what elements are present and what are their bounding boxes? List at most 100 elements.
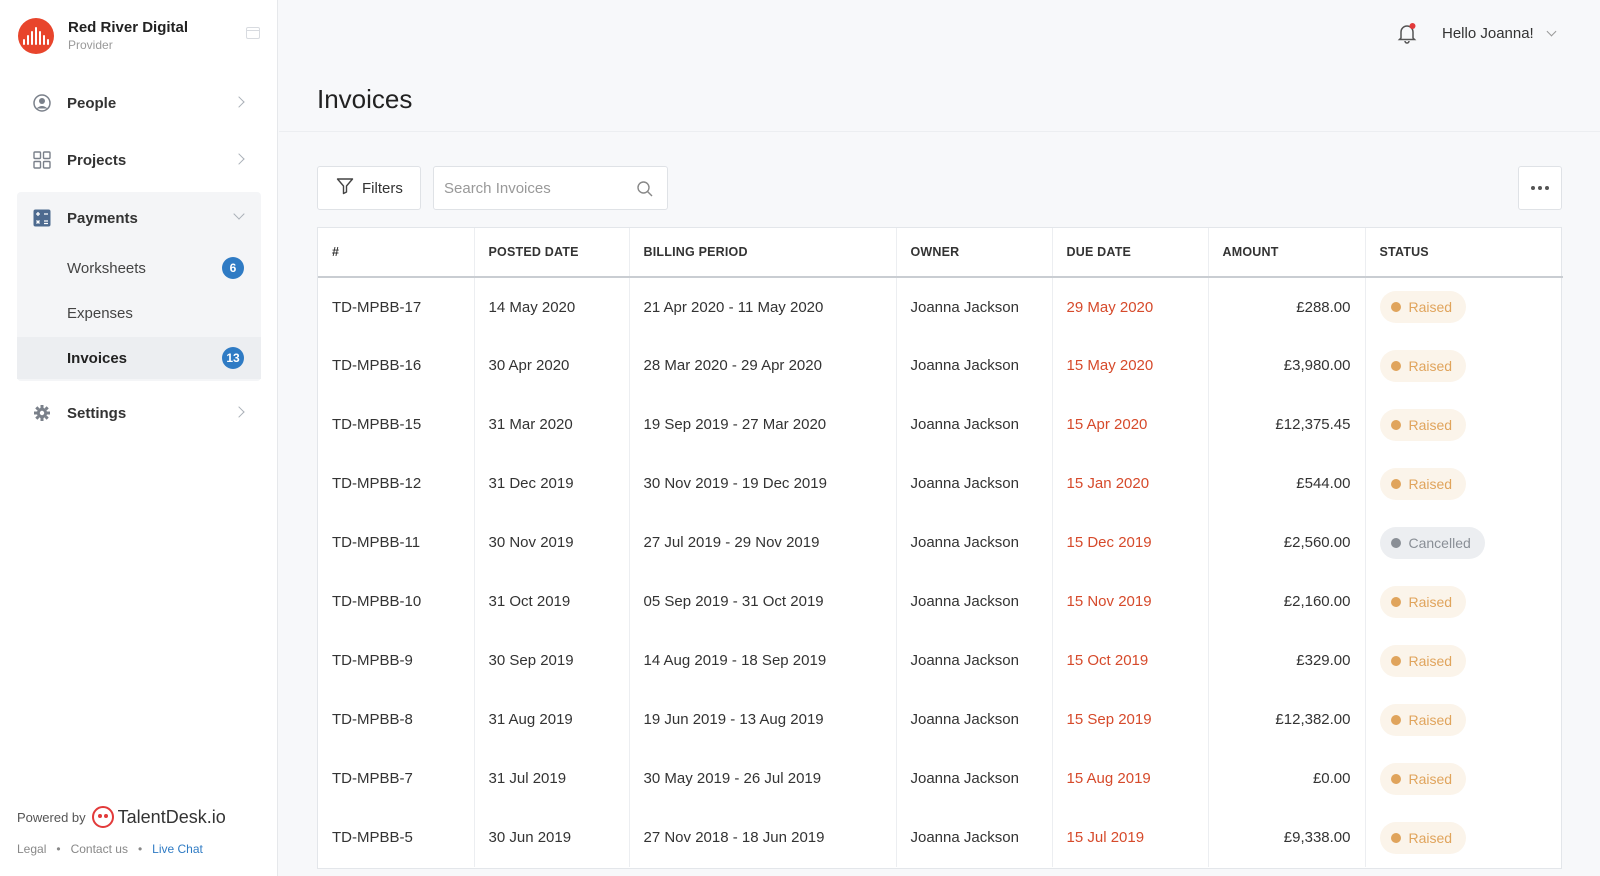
status-cell: Raised <box>1365 808 1563 867</box>
billing-period: 30 May 2019 - 26 Jul 2019 <box>629 749 897 808</box>
powered-by-label: Powered by <box>17 809 86 825</box>
status-cell: Raised <box>1365 631 1563 690</box>
status-label: Raised <box>1408 652 1453 669</box>
invoice-id: TD-MPBB-7 <box>318 749 475 808</box>
owner-name: Joanna Jackson <box>896 808 1053 867</box>
posted-date: 30 Nov 2019 <box>474 513 630 572</box>
amount: £2,160.00 <box>1208 572 1366 631</box>
table-row[interactable]: TD-MPBB-7 31 Jul 2019 30 May 2019 - 26 Jul… <box>318 749 1563 808</box>
sidebar-item-projects[interactable]: Projects <box>17 137 261 183</box>
status-label: Raised <box>1408 770 1453 787</box>
brand[interactable]: Red River Digital Provider <box>18 18 188 54</box>
status-cell: Raised <box>1365 277 1563 336</box>
amount: £329.00 <box>1208 631 1366 690</box>
billing-period: 27 Jul 2019 - 29 Nov 2019 <box>629 513 897 572</box>
sidebar-subitem-worksheets[interactable]: Worksheets 6 <box>17 247 261 289</box>
user-greeting: Hello Joanna! <box>1442 25 1534 42</box>
table-row[interactable]: TD-MPBB-16 30 Apr 2020 28 Mar 2020 - 29 Ap… <box>318 336 1563 395</box>
due-date: 15 Aug 2019 <box>1052 749 1209 808</box>
footer-links: Legal • Contact us • Live Chat <box>17 842 203 856</box>
sidebar-collapse-icon[interactable] <box>246 27 260 39</box>
table-row[interactable]: TD-MPBB-8 31 Aug 2019 19 Jun 2019 - 13 Aug… <box>318 690 1563 749</box>
amount: £288.00 <box>1208 277 1366 336</box>
table-row[interactable]: TD-MPBB-10 31 Oct 2019 05 Sep 2019 - 31 Oc… <box>318 572 1563 631</box>
posted-date: 30 Apr 2020 <box>474 336 630 395</box>
chevron-right-icon <box>233 96 245 108</box>
brand-name: Red River Digital <box>68 19 189 36</box>
user-menu[interactable]: Hello Joanna! <box>1442 25 1557 42</box>
sidebar-subitem-invoices[interactable]: Invoices 13 <box>17 337 261 379</box>
sidebar-item-label: People <box>67 94 117 112</box>
due-date: 15 Jul 2019 <box>1052 808 1209 867</box>
more-options-button[interactable] <box>1518 166 1562 210</box>
chevron-down-icon <box>233 208 245 220</box>
due-date: 15 Dec 2019 <box>1052 513 1209 572</box>
column-header-posted-date[interactable]: POSTED DATE <box>474 228 630 278</box>
column-header-billing-period[interactable]: BILLING PERIOD <box>629 228 897 278</box>
status-dot-icon <box>1390 302 1401 312</box>
column-header-amount[interactable]: AMOUNT <box>1208 228 1366 278</box>
posted-date: 31 Dec 2019 <box>474 454 630 513</box>
status-label: Raised <box>1408 593 1453 610</box>
billing-period: 21 Apr 2020 - 11 May 2020 <box>629 277 897 336</box>
sidebar-subitem-label: Invoices <box>67 349 128 367</box>
bell-icon[interactable] <box>1396 22 1418 44</box>
gear-icon <box>33 404 51 422</box>
table-row[interactable]: TD-MPBB-17 14 May 2020 21 Apr 2020 - 11 Ma… <box>318 277 1563 336</box>
sidebar-item-label: Payments <box>67 209 138 227</box>
table-row[interactable]: TD-MPBB-9 30 Sep 2019 14 Aug 2019 - 18 Sep… <box>318 631 1563 690</box>
owner-name: Joanna Jackson <box>896 395 1053 454</box>
table-row[interactable]: TD-MPBB-12 31 Dec 2019 30 Nov 2019 - 19 De… <box>318 454 1563 513</box>
status-label: Cancelled <box>1408 534 1471 551</box>
invoice-id: TD-MPBB-15 <box>318 395 475 454</box>
table-row[interactable]: TD-MPBB-5 30 Jun 2019 27 Nov 2018 - 18 Jun… <box>318 808 1563 867</box>
due-date: 29 May 2020 <box>1052 277 1209 336</box>
sidebar-item-payments[interactable]: Payments <box>17 195 261 241</box>
status-cell: Raised <box>1365 690 1563 749</box>
sidebar-subitem-label: Worksheets <box>67 259 146 277</box>
talentdesk-logo-icon <box>91 806 114 828</box>
sidebar-subitem-expenses[interactable]: Expenses <box>17 292 261 334</box>
chevron-right-icon <box>233 153 245 165</box>
column-header-owner[interactable]: OWNER <box>896 228 1053 278</box>
search-icon[interactable] <box>637 181 653 197</box>
column-header-status[interactable]: STATUS <box>1365 228 1563 278</box>
status-dot-icon <box>1390 773 1401 784</box>
invoice-id: TD-MPBB-17 <box>318 277 475 336</box>
search-input[interactable] <box>434 167 624 209</box>
due-date: 15 Sep 2019 <box>1052 690 1209 749</box>
user-circle-icon <box>33 94 51 112</box>
column-header-due-date[interactable]: DUE DATE <box>1052 228 1209 278</box>
posted-date: 14 May 2020 <box>474 277 630 336</box>
contact-link[interactable]: Contact us <box>71 842 128 856</box>
amount: £2,560.00 <box>1208 513 1366 572</box>
due-date: 15 Oct 2019 <box>1052 631 1209 690</box>
column-header-id[interactable]: # <box>318 228 475 278</box>
more-dots-icon <box>1538 186 1542 190</box>
status-badge: Raised <box>1379 467 1467 500</box>
billing-period: 28 Mar 2020 - 29 Apr 2020 <box>629 336 897 395</box>
filters-button[interactable]: Filters <box>317 166 421 210</box>
status-cell: Raised <box>1365 336 1563 395</box>
amount: £12,375.45 <box>1208 395 1366 454</box>
legal-link[interactable]: Legal <box>17 842 46 856</box>
status-dot-icon <box>1390 714 1401 725</box>
sidebar-item-settings[interactable]: Settings <box>17 390 261 436</box>
posted-date: 31 Mar 2020 <box>474 395 630 454</box>
live-chat-link[interactable]: Live Chat <box>152 842 203 856</box>
brand-logo-icon <box>18 18 54 54</box>
table-row[interactable]: TD-MPBB-15 31 Mar 2020 19 Sep 2019 - 27 Ma… <box>318 395 1563 454</box>
status-cell: Raised <box>1365 572 1563 631</box>
status-cell: Cancelled <box>1365 513 1563 572</box>
table-row[interactable]: TD-MPBB-11 30 Nov 2019 27 Jul 2019 - 29 No… <box>318 513 1563 572</box>
count-badge: 13 <box>222 347 244 369</box>
status-badge: Raised <box>1379 644 1467 677</box>
filters-label: Filters <box>362 179 403 197</box>
invoice-id: TD-MPBB-16 <box>318 336 475 395</box>
due-date: 15 May 2020 <box>1052 336 1209 395</box>
status-dot-icon <box>1390 360 1401 371</box>
amount: £12,382.00 <box>1208 690 1366 749</box>
status-dot-icon <box>1390 537 1401 548</box>
posted-date: 31 Oct 2019 <box>474 572 630 631</box>
sidebar-item-people[interactable]: People <box>17 80 261 126</box>
